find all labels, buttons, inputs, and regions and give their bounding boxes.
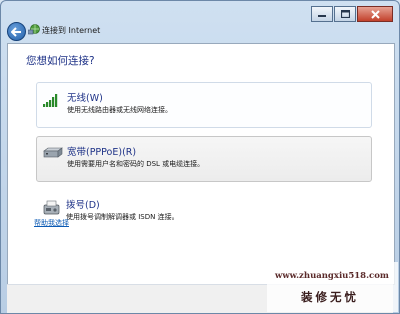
minimize-icon (318, 15, 326, 17)
back-button[interactable] (7, 22, 26, 41)
option-wireless[interactable]: 无线(W) 使用无线路由器或无线网络连接。 (36, 82, 372, 128)
network-globe-icon (28, 24, 40, 35)
maximize-icon (340, 10, 350, 18)
window-title: 连接到 Internet (42, 26, 101, 35)
page-heading: 您想如何连接? (26, 55, 95, 67)
back-arrow-icon (11, 26, 21, 37)
minimize-button[interactable] (311, 6, 333, 22)
close-icon (370, 9, 380, 19)
option-dialup-title: 拨号(D) (66, 200, 100, 211)
option-dialup-description: 使用拨号调制解调器或 ISDN 连接。 (66, 213, 179, 221)
watermark-logo: 装修无忧 (301, 290, 359, 304)
option-wireless-title: 无线(W) (67, 93, 103, 104)
close-button[interactable] (357, 6, 393, 22)
dialup-fax-icon (43, 200, 60, 215)
maximize-button[interactable] (334, 6, 356, 22)
content-pane: 您想如何连接? 无线(W) 使用无线路由器或无线网络连接。 宽带(PPPoE)(… (7, 43, 395, 285)
option-broadband-description: 使用需要用户名和密码的 DSL 或电缆连接。 (67, 160, 205, 168)
option-broadband[interactable]: 宽带(PPPoE)(R) 使用需要用户名和密码的 DSL 或电缆连接。 (36, 136, 372, 182)
wireless-signal-icon (43, 94, 58, 107)
broadband-modem-icon (43, 147, 63, 158)
option-dialup[interactable]: 拨号(D) 使用拨号调制解调器或 ISDN 连接。 (36, 190, 370, 234)
site-watermark: www.zhuangxiu518.com 装修无忧 (267, 262, 398, 312)
option-broadband-title: 宽带(PPPoE)(R) (67, 147, 137, 158)
option-wireless-description: 使用无线路由器或无线网络连接。 (67, 106, 172, 114)
window-controls (310, 6, 393, 22)
help-me-choose-link[interactable]: 帮助我选择 (34, 218, 69, 228)
watermark-url: www.zhuangxiu518.com (275, 271, 389, 281)
